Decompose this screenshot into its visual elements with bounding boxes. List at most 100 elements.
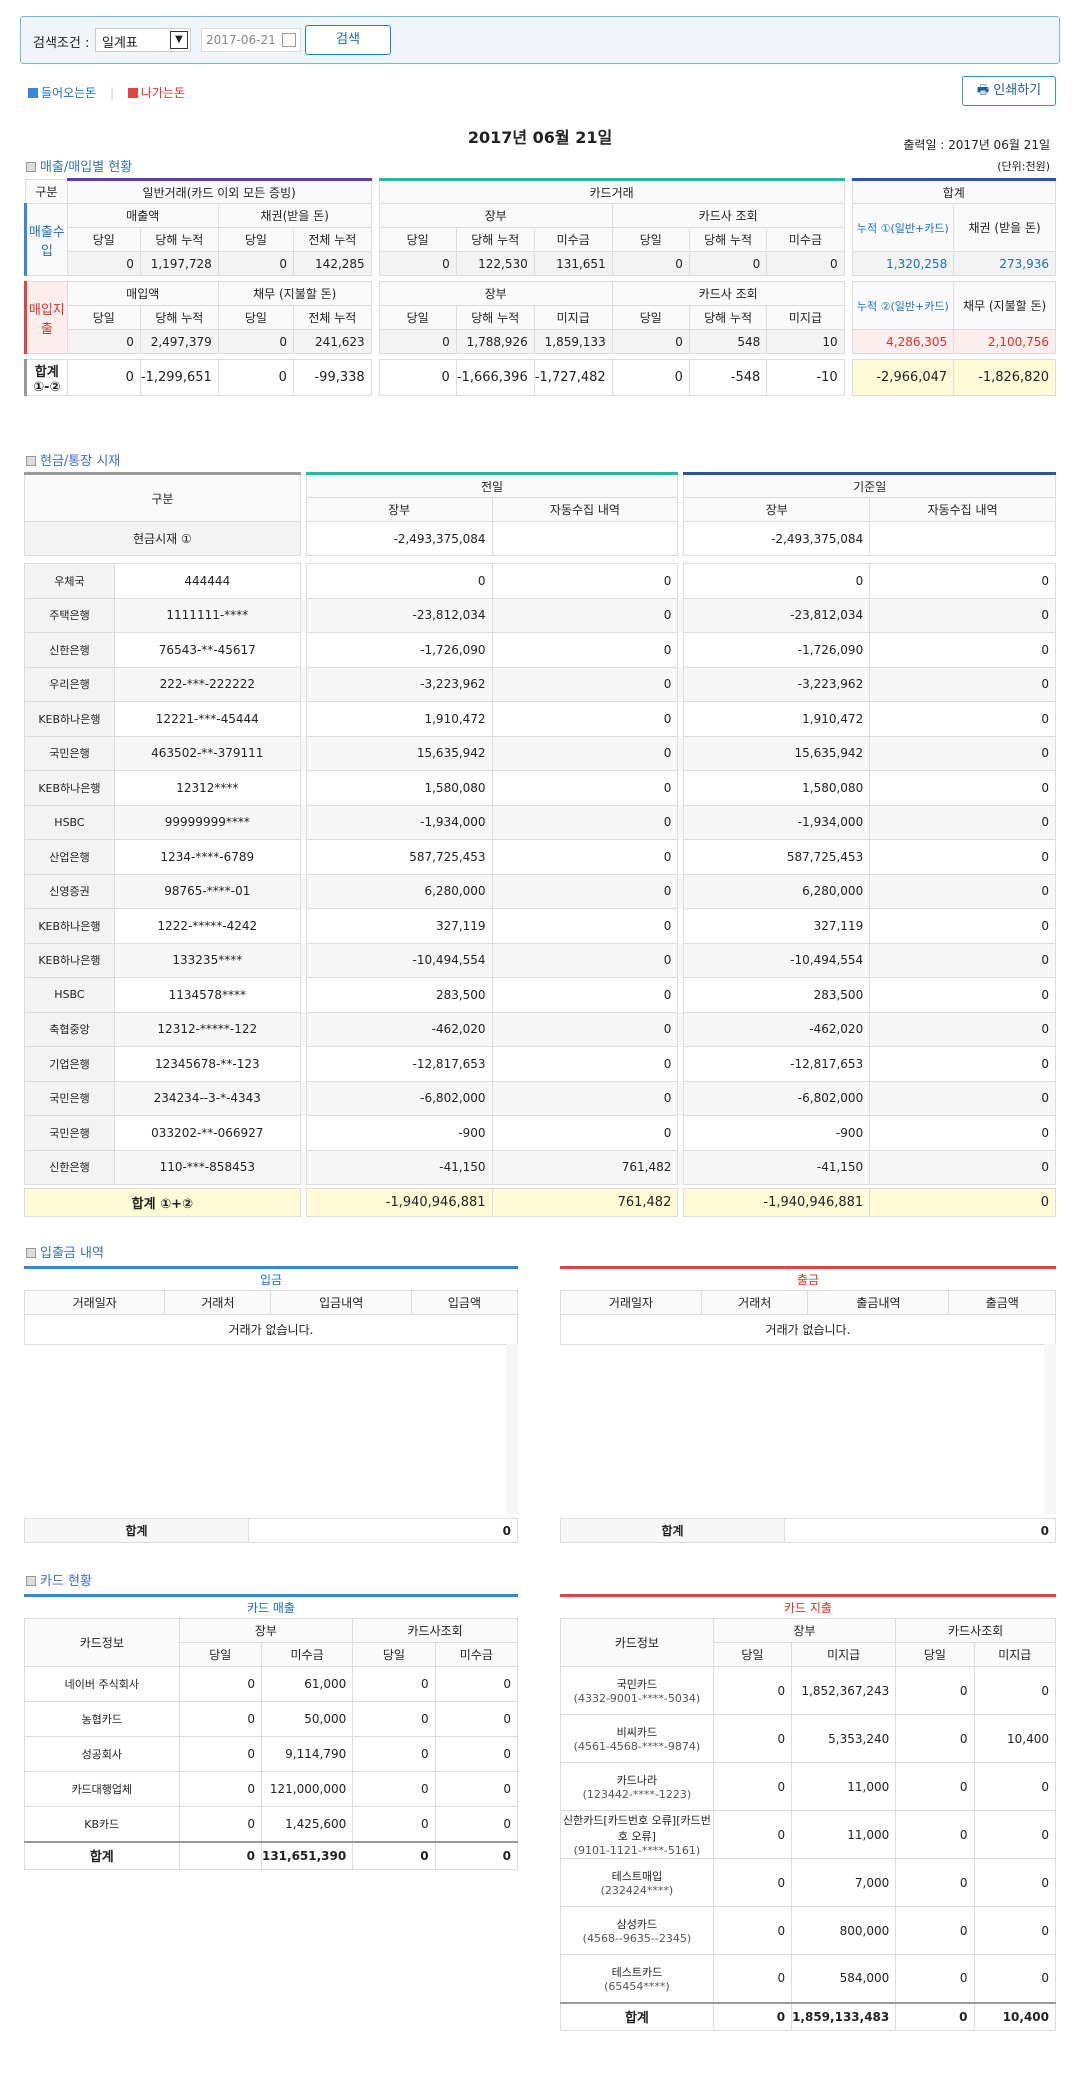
sales-book-hdr: 장부 [378,203,613,228]
date-input[interactable]: 2017-06-21 [201,28,301,52]
sales-cum-hdr: 누적 ①(일반+카드) [851,203,955,252]
total-cell: 0 [352,1841,436,1870]
card-name: 농협카드 [24,1701,180,1737]
prev-auto: 0 [491,666,679,702]
spacer [371,252,379,276]
account-number: 1134578**** [113,977,301,1013]
value-cell: 0 [178,1701,262,1737]
value-cell: 0 [352,1701,436,1737]
buy-cardco-hdr: 카드사 조회 [611,281,845,306]
outgoing-table: 거래일자 거래처 출금내역 출금액 거래가 없습니다. [560,1290,1056,1345]
bank-name: 기업은행 [24,1046,115,1082]
card-number: (9101-1121-****-5161) [573,1844,701,1857]
value-cell: 0 [434,1666,519,1702]
total-cell: 0 [611,359,690,396]
legend: 들어오는돈 | 나가는돈 [28,84,185,101]
buy-cum-hdr: 누적 ②(일반+카드) [851,281,955,330]
search-label: 검색조건 : [33,36,90,51]
section-title-cash: 현금/통장 시재 [26,450,120,469]
value-cell: 0 [895,1810,975,1859]
prev-book: -6,802,000 [305,1080,493,1116]
account-number: 033202-**-066927 [113,1115,301,1151]
prev-book: -900 [305,1115,493,1151]
legend-outgoing: 나가는돈 [140,86,186,100]
value-cell: 0 [434,1701,519,1737]
bank-name: 신한은행 [24,1149,115,1185]
table-row: HSBC 99999999**** -1,934,000 0 -1,934,000 0 [24,804,1056,840]
col-header: 당일 [895,1642,975,1667]
spacer [844,330,852,354]
value-cell: 0 [352,1666,436,1702]
total-cell: -548 [688,359,768,396]
buy-label: 매입지출 [24,281,68,354]
account-number: 12345678-**-123 [113,1046,301,1082]
table-row: 신한은행 76543-**-45617 -1,726,090 0 -1,726,090 0 [24,632,1056,668]
value-cell: 0 [895,1714,975,1763]
base-auto: 0 [869,1046,1056,1082]
value-cell: 0 [217,251,294,276]
calendar-icon[interactable] [282,33,296,47]
prev-book: 587,725,453 [305,839,493,875]
value-cell: 0 [66,329,141,354]
outgoing-title: 출금 [560,1266,1056,1288]
total-sum1: -2,966,047 [851,359,955,396]
prev-auto: 0 [491,804,679,840]
sum-cum: 4,286,305 [851,329,955,354]
account-number: 12312-*****-122 [113,1011,301,1047]
prev-auto: 0 [491,942,679,978]
card-number: (4332-9001-****-5034) [573,1692,701,1705]
bank-name: 국민은행 [24,1115,115,1151]
table-row: 산업은행 1234-****-6789 587,725,453 0 587,725,45… [24,839,1056,875]
account-number: 222-***-222222 [113,666,301,702]
base-book: 587,725,453 [683,839,871,875]
incoming-scrollbar[interactable] [506,1344,518,1514]
total-cell: 0 [217,359,294,396]
bank-name: HSBC [24,804,115,840]
col-header: 당해 누적 [139,305,219,330]
value-cell: 131,651 [533,251,613,276]
account-number: 234234--3-*-4343 [113,1080,301,1116]
outgoing-scrollbar[interactable] [1044,1344,1056,1514]
col-header: 당해 누적 [455,227,535,252]
section-title-sales: 매출/매입별 현황 [26,156,132,175]
base-book: -12,817,653 [683,1046,871,1082]
prev-book: 1,910,472 [305,701,493,737]
prev-book: 15,635,942 [305,735,493,771]
card-number: (4561-4568-****-9874) [573,1740,701,1753]
value-cell: 0 [712,1762,793,1811]
col-header: 당일 [66,227,141,252]
total-cell: -99,338 [292,359,372,396]
base-book: 283,500 [683,977,871,1013]
buy-debt-hdr: 채무 (지불할 돈) [217,281,372,306]
period-select[interactable]: 일계표 ▼ [95,28,191,52]
cash-prev: -2,493,375,084 [305,521,493,556]
cash-total-cell: -1,940,946,881 [683,1188,871,1217]
account-number: 110-***-858453 [113,1149,301,1185]
value-cell: 0 [352,1806,436,1842]
base-book: 6,280,000 [683,873,871,909]
base-book: -900 [683,1115,871,1151]
value-cell: 121,000,000 [260,1771,354,1807]
cash-total-cell: 761,482 [491,1188,679,1217]
search-button[interactable]: 검색 [305,25,391,55]
table-row: HSBC 1134578**** 283,500 0 283,500 0 [24,977,1056,1013]
print-button[interactable]: 🖶 인쇄하기 [962,76,1056,106]
total-cell: -10 [766,359,845,396]
value-cell: 0 [178,1736,262,1772]
incoming-panel: 입금 거래일자 거래처 입금내역 입금액 거래가 없습니다. 합계 0 [23,1266,519,1546]
cash-hdr-book: 장부 [305,497,493,522]
card-total-label: 합계 [24,1841,180,1870]
card-info: 삼성카드 (4568--9635--2345) [560,1906,714,1955]
prev-auto: 0 [491,873,679,909]
cash-hdr-gubun: 구분 [24,472,301,522]
table-row: 주택은행 1111111-**** -23,812,034 0 -23,812,034 0 [24,597,1056,633]
card-name: 국민카드 [616,1678,658,1691]
prev-book: 327,119 [305,908,493,944]
table-row: 우리은행 222-***-222222 -3,223,962 0 -3,223,962 0 [24,666,1056,702]
print-date: 출력일 : 2017년 06월 21일 [903,138,1050,152]
base-auto: 0 [869,666,1056,702]
card-spend-title: 카드 지출 [560,1594,1056,1616]
table-row: 신한은행 110-***-858453 -41,150 761,482 -41,150 0 [24,1149,1056,1185]
col-header: 입금액 [410,1290,519,1315]
value-cell: 0 [712,1858,793,1907]
